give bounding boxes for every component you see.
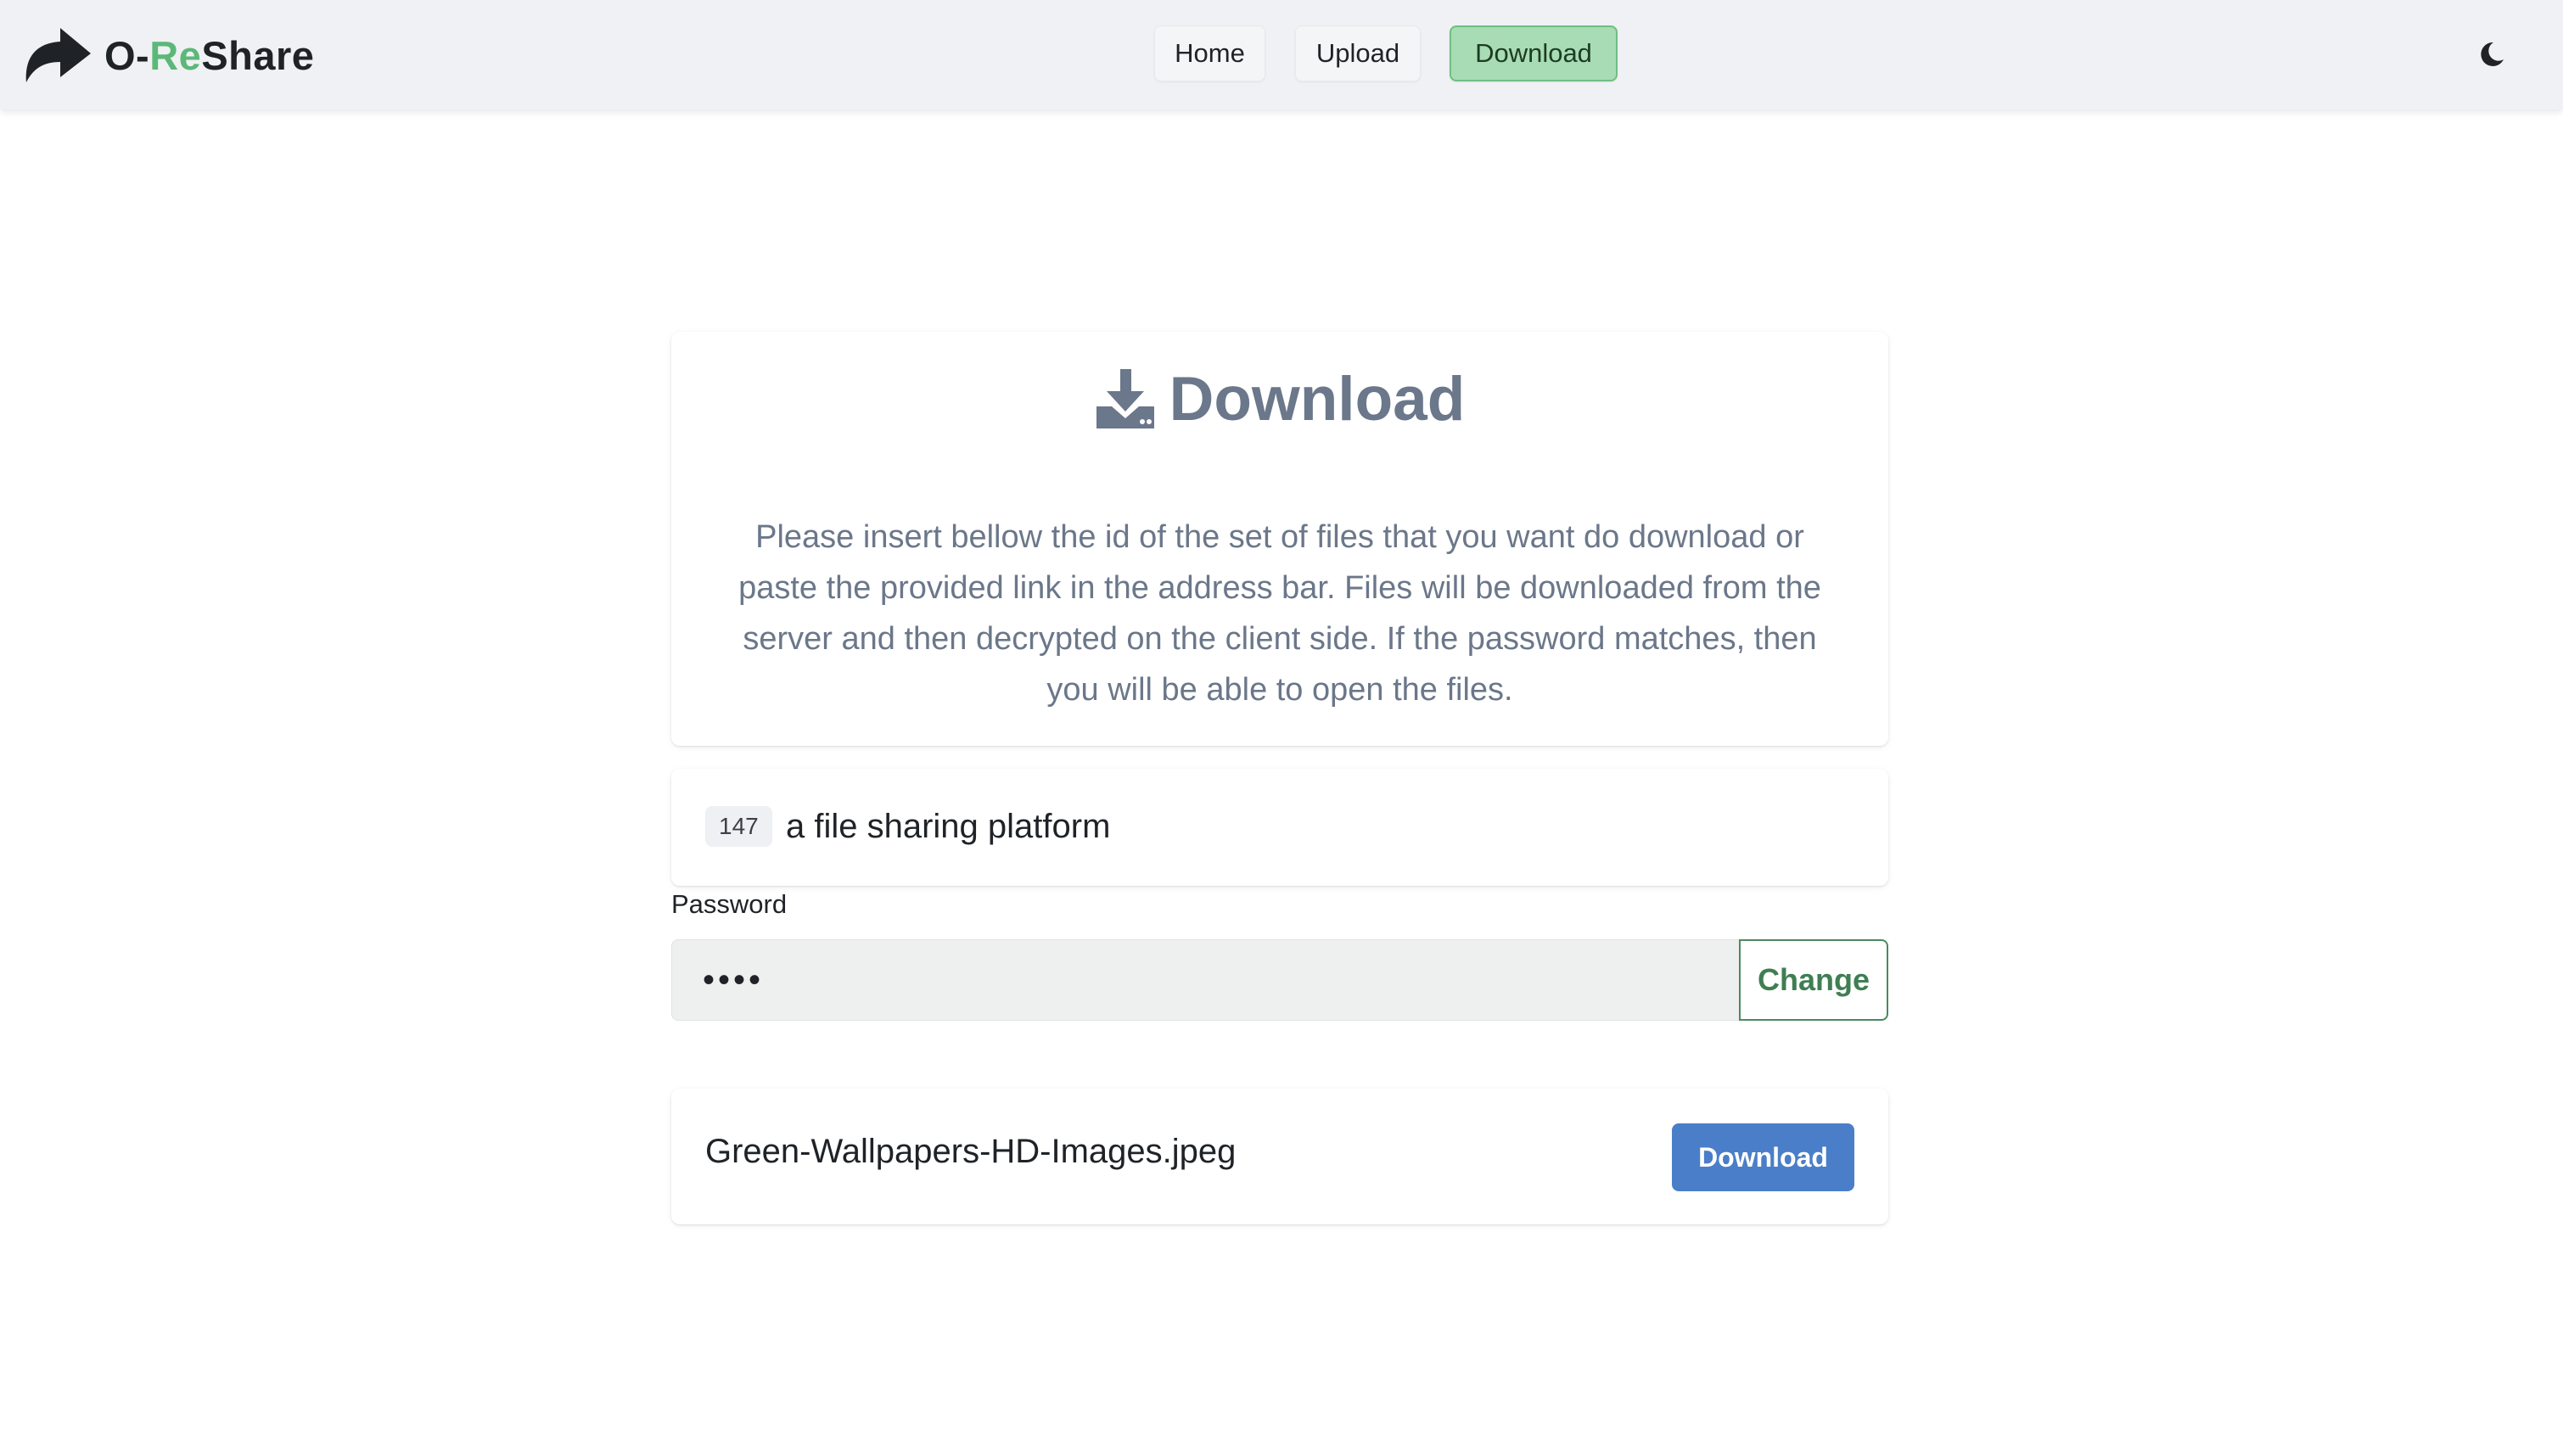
share-arrow-icon (25, 28, 92, 82)
nav-home-link[interactable]: Home (1154, 25, 1265, 81)
password-input-group: •••• Change (671, 939, 1888, 1021)
change-password-button[interactable]: Change (1739, 939, 1888, 1021)
brand-logo-link[interactable]: O-ReShare (23, 23, 314, 87)
file-set-description: a file sharing platform (786, 807, 1111, 845)
file-list-item: Green-Wallpapers-HD-Images.jpeg Download (671, 1089, 1888, 1224)
nav-upload-link[interactable]: Upload (1295, 25, 1421, 81)
password-label: Password (671, 889, 788, 919)
file-set-card: 147 a file sharing platform (671, 769, 1888, 886)
page-title-text: Download (1169, 364, 1466, 434)
moon-icon[interactable] (2475, 37, 2509, 71)
page-title: Download (671, 367, 1888, 430)
file-set-id-badge: 147 (705, 806, 772, 847)
brand-name: O-ReShare (104, 32, 315, 78)
top-navbar: O-ReShare Home Upload Download (0, 0, 2563, 109)
nav-download-link[interactable]: Download (1450, 25, 1618, 81)
download-tray-icon (1096, 369, 1154, 428)
file-name: Green-Wallpapers-HD-Images.jpeg (705, 1133, 1237, 1170)
file-download-button[interactable]: Download (1672, 1123, 1854, 1191)
download-info-card: Download Please insert bellow the id of … (671, 332, 1888, 746)
download-instructions: Please insert bellow the id of the set o… (738, 519, 1821, 708)
password-field[interactable]: •••• (671, 939, 1739, 1021)
